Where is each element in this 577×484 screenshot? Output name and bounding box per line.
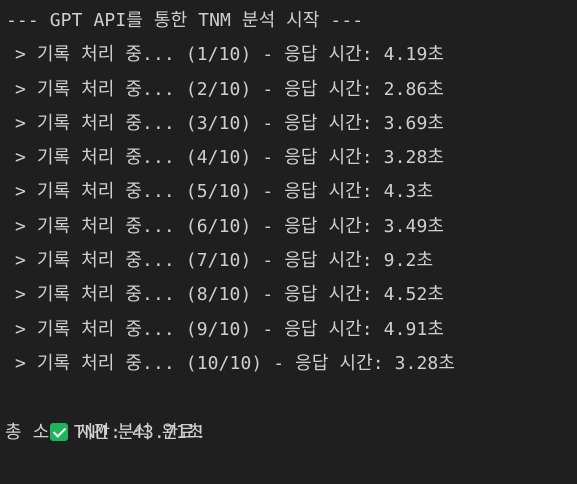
log-line: > 기록 처리 중... (2/10) - 응답 시간: 2.86초	[15, 78, 445, 100]
log-line: > 기록 처리 중... (9/10) - 응답 시간: 4.91초	[15, 318, 445, 340]
log-line: > 기록 처리 중... (4/10) - 응답 시간: 3.28초	[15, 147, 445, 169]
log-line: > 기록 처리 중... (5/10) - 응답 시간: 4.3초	[15, 181, 434, 203]
terminal-output: --- GPT API를 통한 TNM 분석 시작 --- > 기록 처리 중.…	[0, 0, 577, 451]
log-line: > 기록 처리 중... (3/10) - 응답 시간: 3.69초	[15, 112, 445, 134]
log-line: > 기록 처리 중... (8/10) - 응답 시간: 4.52초	[15, 284, 445, 306]
log-line: > 기록 처리 중... (10/10) - 응답 시간: 3.28초	[15, 352, 456, 374]
log-line: > 기록 처리 중... (6/10) - 응답 시간: 3.49초	[15, 215, 445, 237]
log-line: > 기록 처리 중... (7/10) - 응답 시간: 9.2초	[15, 250, 434, 272]
total-elapsed-time: 총 소요 시간: 43.71초	[5, 421, 204, 443]
analysis-start-header: --- GPT API를 통한 TNM 분석 시작 ---	[6, 10, 364, 31]
analysis-complete-line: TNM 분석 완료!	[0, 381, 577, 443]
check-mark-icon	[49, 422, 68, 441]
log-line: > 기록 처리 중... (1/10) - 응답 시간: 4.19초	[15, 44, 445, 66]
